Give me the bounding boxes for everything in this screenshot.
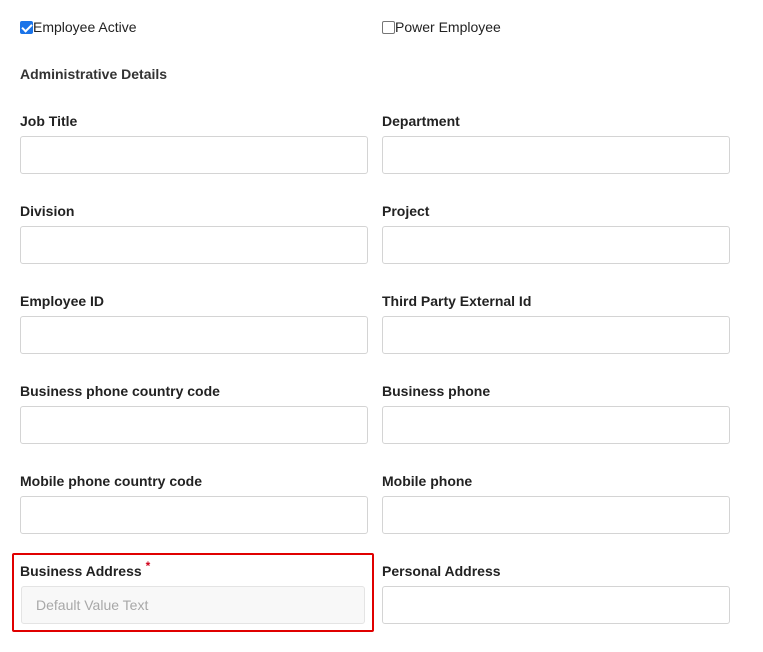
section-title-administrative-details: Administrative Details xyxy=(20,66,168,82)
third-party-external-id-label: Third Party External Id xyxy=(382,293,532,309)
mobile-phone-country-code-input[interactable] xyxy=(20,496,368,534)
mobile-phone-label: Mobile phone xyxy=(382,473,473,489)
employee-id-label: Employee ID xyxy=(20,293,105,309)
job-title-label: Job Title xyxy=(20,113,78,129)
mobile-phone-input[interactable] xyxy=(382,496,730,534)
department-label: Department xyxy=(382,113,460,129)
power-employee-option[interactable]: Power Employee xyxy=(382,17,501,37)
division-label: Division xyxy=(20,203,75,219)
business-phone-country-code-input[interactable] xyxy=(20,406,368,444)
division-input[interactable] xyxy=(20,226,368,264)
job-title-input[interactable] xyxy=(20,136,368,174)
department-input[interactable] xyxy=(382,136,730,174)
employee-active-label: Employee Active xyxy=(33,19,137,35)
business-phone-label: Business phone xyxy=(382,383,491,399)
project-label: Project xyxy=(382,203,430,219)
project-input[interactable] xyxy=(382,226,730,264)
business-address-label: Business Address * xyxy=(20,559,150,579)
business-phone-input[interactable] xyxy=(382,406,730,444)
personal-address-input[interactable] xyxy=(382,586,730,624)
employee-id-input[interactable] xyxy=(20,316,368,354)
power-employee-label: Power Employee xyxy=(395,19,501,35)
business-address-label-text: Business Address xyxy=(20,563,142,579)
mobile-phone-country-code-label: Mobile phone country code xyxy=(20,473,203,489)
business-phone-country-code-label: Business phone country code xyxy=(20,383,220,399)
power-employee-checkbox[interactable] xyxy=(382,20,395,34)
third-party-external-id-input[interactable] xyxy=(382,316,730,354)
employee-active-checkbox[interactable] xyxy=(20,20,33,34)
business-address-input[interactable] xyxy=(21,586,365,624)
required-marker: * xyxy=(145,559,151,573)
personal-address-label: Personal Address xyxy=(382,563,501,579)
employee-active-option[interactable]: Employee Active xyxy=(20,17,137,37)
